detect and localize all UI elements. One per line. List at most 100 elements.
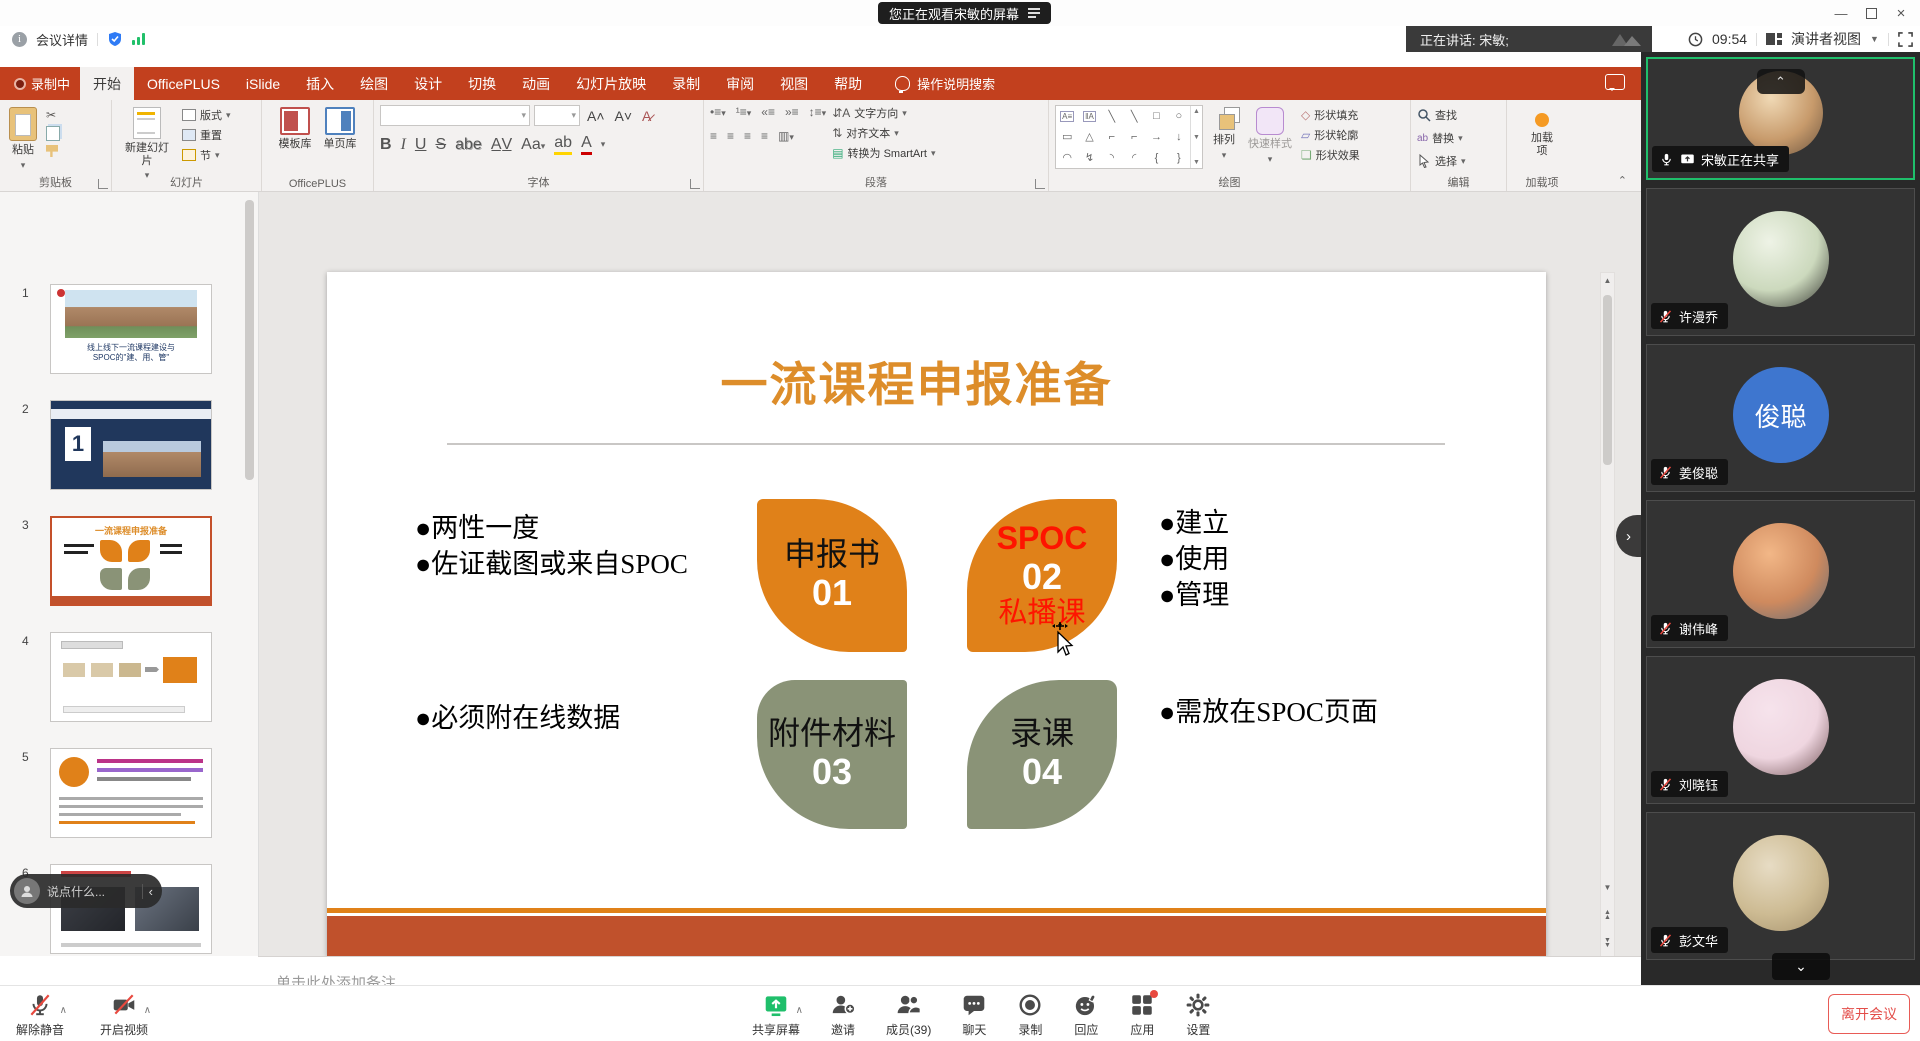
slide-bullets-top-right[interactable]: ●建立●使用●管理 [1159, 505, 1229, 613]
toolbar-apps-button[interactable]: 应用 [1129, 992, 1155, 1038]
collapse-videos-button[interactable]: ⌃ [1757, 69, 1805, 94]
shapes-gallery-scrollbar[interactable]: ▲▼▼ [1190, 106, 1202, 168]
bullets-button[interactable]: •≡▾ [710, 105, 726, 119]
find-button[interactable]: 查找 [1417, 107, 1466, 123]
toolbar-settings-button[interactable]: 设置 [1185, 992, 1211, 1038]
ppt-tab-3[interactable]: iSlide [233, 67, 293, 100]
ppt-tab-8[interactable]: 动画 [509, 67, 563, 100]
chevron-up-icon[interactable]: ∧ [60, 1005, 67, 1016]
thumbnail-scrollbar[interactable] [245, 200, 254, 480]
sidebar-more-button[interactable]: ⌄ [1772, 953, 1830, 980]
ppt-tab-1[interactable]: 开始 [80, 67, 134, 100]
format-painter-button[interactable] [46, 145, 58, 157]
numbering-button[interactable]: ¹≡▾ [736, 105, 752, 119]
ppt-tab-9[interactable]: 幻灯片放映 [563, 67, 659, 100]
chat-collapse-icon[interactable]: ‹ [142, 884, 158, 899]
toolbar-share-screen-button[interactable]: ∧共享屏幕 [752, 992, 800, 1038]
chevron-down-icon[interactable]: ▼ [1870, 34, 1879, 44]
grow-font-button[interactable]: A˄ [584, 108, 608, 124]
quick-styles-button[interactable]: 快速样式▾ [1245, 105, 1295, 166]
paste-button[interactable]: 粘贴▾ [6, 105, 40, 172]
collapse-ribbon-button[interactable]: ⌃ [1618, 174, 1627, 187]
italic-button[interactable]: I [401, 136, 406, 154]
minimize-button[interactable]: — [1826, 0, 1856, 26]
columns-button[interactable]: ▥▾ [778, 129, 794, 143]
increase-indent-button[interactable]: »≡ [785, 105, 799, 119]
network-signal-icon[interactable] [132, 33, 145, 45]
font-color-button[interactable]: A [581, 134, 592, 155]
text-direction-button[interactable]: ⇵A文字方向▾ [832, 105, 935, 121]
slide-bullets-bottom-right[interactable]: ●需放在SPOC页面 [1159, 694, 1378, 730]
security-shield-icon[interactable] [107, 31, 123, 47]
dialog-launcher-icon[interactable] [690, 179, 700, 189]
clear-formatting-button[interactable]: A̷ [639, 108, 654, 124]
justify-button[interactable]: ≡ [761, 129, 768, 143]
convert-smartart-button[interactable]: ▤转换为 SmartArt▾ [832, 145, 935, 161]
chat-input-placeholder[interactable]: 说点什么... [47, 883, 135, 900]
participant-tile-4[interactable]: 谢伟峰 [1646, 500, 1915, 648]
toolbar-members-button[interactable]: 成员(39) [886, 992, 931, 1038]
underline-button[interactable]: U [415, 136, 427, 154]
participant-tile-2[interactable]: 许漫乔 [1646, 188, 1915, 336]
shape-fill-button[interactable]: ◇形状填充 [1301, 107, 1360, 123]
dialog-launcher-icon[interactable] [98, 179, 108, 189]
slide-thumbnail-4[interactable] [50, 632, 212, 722]
participant-tile-6[interactable]: 彭文华 [1646, 812, 1915, 960]
ppt-tab-10[interactable]: 录制 [659, 67, 713, 100]
ppt-tab-2[interactable]: OfficePLUS [134, 67, 233, 100]
copy-button[interactable] [46, 126, 60, 141]
arrange-button[interactable]: 排列▾ [1209, 105, 1239, 162]
toolbar-reaction-button[interactable]: 回应 [1073, 992, 1099, 1038]
ppt-tab-7[interactable]: 切换 [455, 67, 509, 100]
chevron-up-icon[interactable]: ∧ [144, 1005, 151, 1016]
editor-scrollbar[interactable]: ▲ ▼ ▲▲ ▼▼ [1600, 272, 1615, 957]
quick-chat-bar[interactable]: 说点什么... ‹ [10, 874, 162, 908]
select-button[interactable]: 选择▾ [1417, 153, 1466, 169]
slide-canvas[interactable]: 一流课程申报准备 ●两性一度●佐证截图或来自SPOC ●必须附在线数据 ●建立●… [327, 272, 1546, 957]
ppt-tab-13[interactable]: 帮助 [821, 67, 875, 100]
slide-thumbnail-2[interactable]: 1 [50, 400, 212, 490]
ppt-tab-11[interactable]: 审阅 [713, 67, 767, 100]
shape-outline-button[interactable]: ▱形状轮廓 [1301, 127, 1360, 143]
new-slide-button[interactable]: 新建幻灯片▾ [118, 105, 176, 183]
align-center-button[interactable]: ≡ [727, 129, 734, 143]
layout-button[interactable]: 版式▾ [182, 107, 231, 123]
bold-button[interactable]: B [380, 136, 392, 154]
cut-button[interactable]: ✂ [46, 108, 60, 122]
align-left-button[interactable]: ≡ [710, 129, 717, 143]
highlight-color-button[interactable]: ab [554, 134, 572, 155]
text-shadow-button[interactable]: abe [455, 136, 482, 154]
info-icon[interactable]: i [12, 32, 27, 47]
dialog-launcher-icon[interactable] [1035, 179, 1045, 189]
previous-slide-button[interactable]: ▲▲ [1601, 910, 1614, 920]
line-spacing-button[interactable]: ↕≡▾ [809, 105, 827, 119]
participant-tile-3[interactable]: 俊聪姜俊聪 [1646, 344, 1915, 492]
fullscreen-icon[interactable] [1898, 32, 1913, 47]
reset-button[interactable]: 重置 [182, 127, 231, 143]
font-size-select[interactable]: ▾ [534, 105, 580, 126]
petal-shape-3[interactable]: 附件材料03 [757, 680, 907, 829]
banner-menu-icon[interactable] [1028, 8, 1040, 18]
toolbar-mic-muted-button[interactable]: ∧解除静音 [16, 992, 64, 1038]
petal-shape-4[interactable]: 录课04 [967, 680, 1117, 829]
font-name-select[interactable]: ▾ [380, 105, 530, 126]
ppt-tab-6[interactable]: 设计 [401, 67, 455, 100]
slide-bullets-bottom-left[interactable]: ●必须附在线数据 [415, 700, 620, 736]
ppt-tab-5[interactable]: 绘图 [347, 67, 401, 100]
strikethrough-button[interactable]: S [435, 136, 446, 154]
comments-icon[interactable] [1605, 74, 1625, 90]
participant-tile-1[interactable]: ⌃宋敏正在共享 [1646, 57, 1915, 180]
toolbar-invite-button[interactable]: 邀请 [830, 992, 856, 1038]
leave-meeting-button[interactable]: 离开会议 [1828, 994, 1910, 1034]
scroll-up-icon[interactable]: ▲ [1601, 276, 1614, 285]
template-library-button[interactable]: 模板库 [276, 105, 315, 153]
slide-thumbnail-3[interactable]: 一流课程申报准备 [50, 516, 212, 606]
meeting-details-link[interactable]: 会议详情 [36, 30, 88, 49]
shape-effects-button[interactable]: ❏形状效果 [1301, 147, 1360, 163]
slide-thumbnail-1[interactable]: 线上线下一流课程建设与SPOC的"建、用、管" [50, 284, 212, 374]
view-mode-select[interactable]: 演讲者视图 [1791, 29, 1861, 49]
character-spacing-button[interactable]: A̲V̲ [491, 136, 512, 154]
shapes-gallery[interactable]: A≡‖A ╲╲□○ ▭△⌐⌐→↓ ◠↯◝◜{} ▲▼▼ [1055, 105, 1203, 169]
tell-me-search[interactable]: 操作说明搜索 [875, 67, 995, 100]
next-slide-button[interactable]: ▼▼ [1601, 938, 1614, 948]
